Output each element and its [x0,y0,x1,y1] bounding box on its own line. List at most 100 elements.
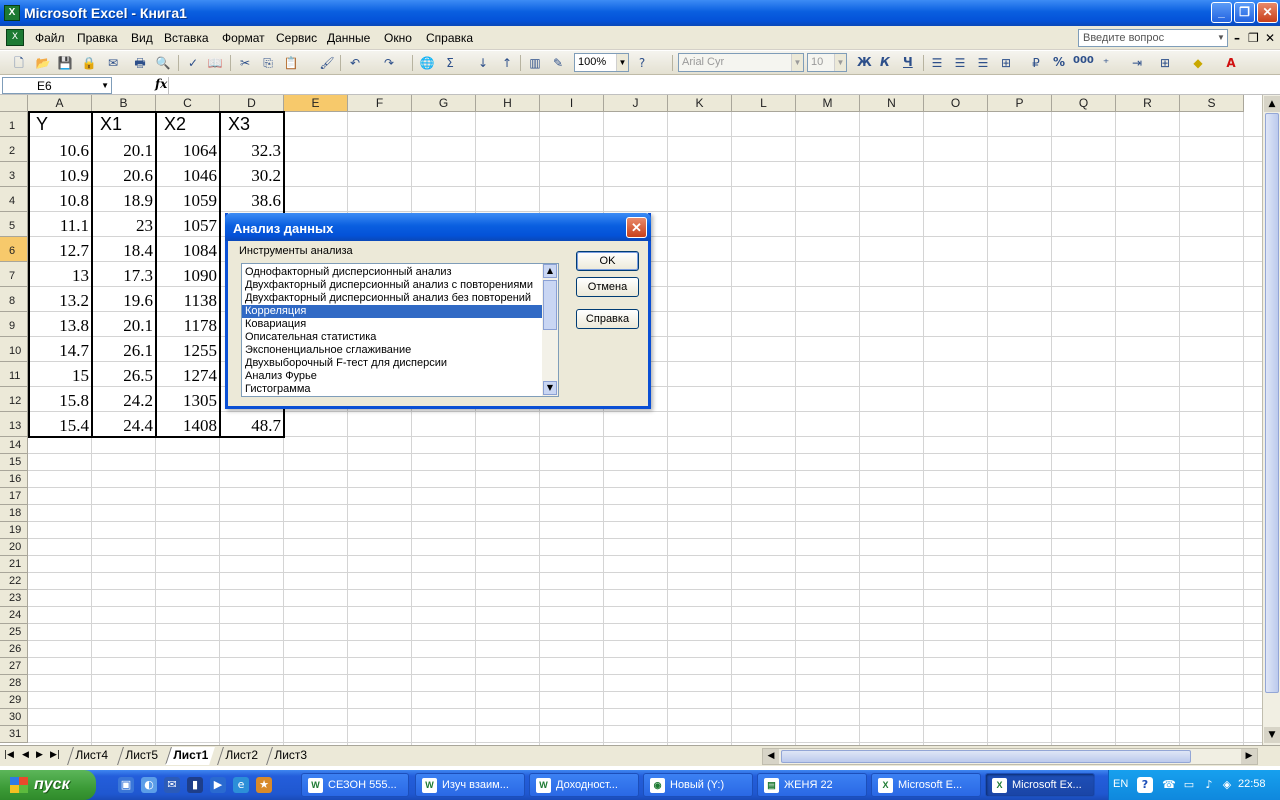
sheet-tab[interactable]: Лист3 [266,747,314,765]
analysis-tool-item[interactable]: Анализ Фурье [242,370,542,383]
sheet-tab[interactable]: Лист1 [165,747,215,765]
increase-decimal-icon[interactable]: ⁺ [1097,54,1115,72]
column-header[interactable]: D [220,95,284,112]
print-preview-icon[interactable]: 🔍 [154,54,172,72]
analysis-tool-item[interactable]: Корреляция [242,304,543,319]
column-header[interactable]: N [860,95,924,112]
menu-item[interactable]: Правка [77,31,118,45]
table-cell[interactable]: 1059 [156,187,220,212]
row-header[interactable]: 17 [0,488,28,505]
column-header[interactable]: O [924,95,988,112]
sort-ascending-icon[interactable]: ↓ [474,54,492,72]
doc-restore-button[interactable]: ❐ [1248,31,1259,45]
menu-item[interactable]: Файл [35,31,65,45]
table-cell[interactable]: 1057 [156,212,220,237]
table-cell[interactable]: 10.6 [28,137,92,162]
row-header[interactable]: 24 [0,607,28,624]
help-icon[interactable]: ? [633,54,651,72]
row-header[interactable]: 15 [0,454,28,471]
cut-icon[interactable]: ✂ [236,54,254,72]
last-sheet-icon[interactable]: ▶| [50,750,60,760]
research-icon[interactable]: 📖 [206,54,224,72]
doc-close-button[interactable]: ✕ [1265,31,1275,45]
chevron-down-icon[interactable]: ▼ [834,54,846,71]
table-cell[interactable]: 26.1 [92,337,156,362]
taskbar-task[interactable]: X Microsoft E... [871,773,981,797]
hyperlink-icon[interactable]: 🌐 [418,54,436,72]
column-header[interactable]: L [732,95,796,112]
table-cell[interactable]: 26.5 [92,362,156,387]
network-icon[interactable]: ☎ [1161,777,1177,793]
row-header[interactable]: 13 [0,412,28,437]
align-left-icon[interactable]: ☰ [928,54,946,72]
table-cell[interactable]: 19.6 [92,287,156,312]
fill-color-icon[interactable]: ◆ [1189,54,1207,72]
menu-item[interactable]: Справка [426,31,473,45]
sheet-tab[interactable]: Лист4 [67,747,115,765]
sheet-tab[interactable]: Лист5 [117,747,165,765]
excel-app-icon[interactable]: X [4,5,20,21]
row-header[interactable]: 21 [0,556,28,573]
table-cell[interactable]: 1046 [156,162,220,187]
table-cell[interactable]: 32.3 [220,137,284,162]
row-header[interactable]: 7 [0,262,28,287]
table-cell[interactable]: 24.2 [92,387,156,412]
zoom-select[interactable]: 100% ▼ [574,53,629,72]
indent-icon[interactable]: ⇥ [1128,54,1146,72]
thousands-button[interactable]: 000 [1073,55,1094,66]
row-header[interactable]: 9 [0,312,28,337]
row-header[interactable]: 18 [0,505,28,522]
dialog-title-bar[interactable]: Анализ данных ✕ [225,213,651,241]
scroll-down-icon[interactable]: ▼ [1264,727,1280,743]
row-header[interactable]: 8 [0,287,28,312]
scroll-down-icon[interactable]: ▼ [543,381,557,395]
currency-icon[interactable]: ₽ [1027,54,1045,72]
dialog-close-icon[interactable]: ✕ [626,217,647,238]
chart-wizard-icon[interactable]: ▥ [526,54,544,72]
undo-icon[interactable]: ↶ [346,54,364,72]
row-header[interactable]: 5 [0,212,28,237]
table-cell[interactable]: 23 [92,212,156,237]
italic-button[interactable]: К [880,55,890,69]
analysis-tool-item[interactable]: Ковариация [242,318,542,331]
row-header[interactable]: 2 [0,137,28,162]
row-header[interactable]: 10 [0,337,28,362]
table-cell[interactable]: 18.9 [92,187,156,212]
font-select[interactable]: Arial Cyr ▼ [678,53,804,72]
table-cell[interactable]: 13.8 [28,312,92,337]
row-header[interactable]: 30 [0,709,28,726]
browser-icon[interactable]: ◐ [141,777,157,793]
menu-item[interactable]: Данные [327,31,370,45]
print-icon[interactable]: 🖶 [131,54,149,72]
table-cell[interactable]: 1138 [156,287,220,312]
chevron-down-icon[interactable]: ▼ [791,54,803,71]
language-indicator[interactable]: EN [1113,778,1128,790]
horizontal-scrollbar[interactable]: ◀ ▶ [762,748,1258,765]
row-header[interactable]: 31 [0,726,28,743]
analysis-tool-item[interactable]: Двухфакторный дисперсионный анализ с пов… [242,279,542,292]
table-cell[interactable]: 13.2 [28,287,92,312]
analysis-tool-item[interactable]: Экспоненциальное сглаживание [242,344,542,357]
next-sheet-icon[interactable]: ▶ [36,750,43,760]
column-header[interactable]: B [92,95,156,112]
scroll-up-icon[interactable]: ▲ [543,264,557,278]
table-cell[interactable]: 24.4 [92,412,156,437]
row-header[interactable]: 29 [0,692,28,709]
format-painter-icon[interactable]: 🖌 [318,54,336,72]
taskbar-task[interactable]: W СЕЗОН 555... [301,773,409,797]
table-cell[interactable]: 1178 [156,312,220,337]
list-scrollbar[interactable]: ▲ ▼ [542,264,558,396]
row-header[interactable]: 19 [0,522,28,539]
table-cell[interactable]: 14.7 [28,337,92,362]
minimize-button[interactable]: _ [1211,2,1232,23]
redo-icon[interactable]: ↷ [380,54,398,72]
maximize-button[interactable]: ❐ [1234,2,1255,23]
folder-icon[interactable]: ★ [256,777,272,793]
underline-button[interactable]: Ч [903,55,913,69]
chevron-down-icon[interactable]: ▼ [616,54,628,71]
horizontal-scroll-thumb[interactable] [781,750,1191,763]
volume-icon[interactable]: ♪ [1201,777,1217,793]
mail-icon[interactable]: ✉ [164,777,180,793]
column-header[interactable]: M [796,95,860,112]
analysis-tool-item[interactable]: Описательная статистика [242,331,542,344]
